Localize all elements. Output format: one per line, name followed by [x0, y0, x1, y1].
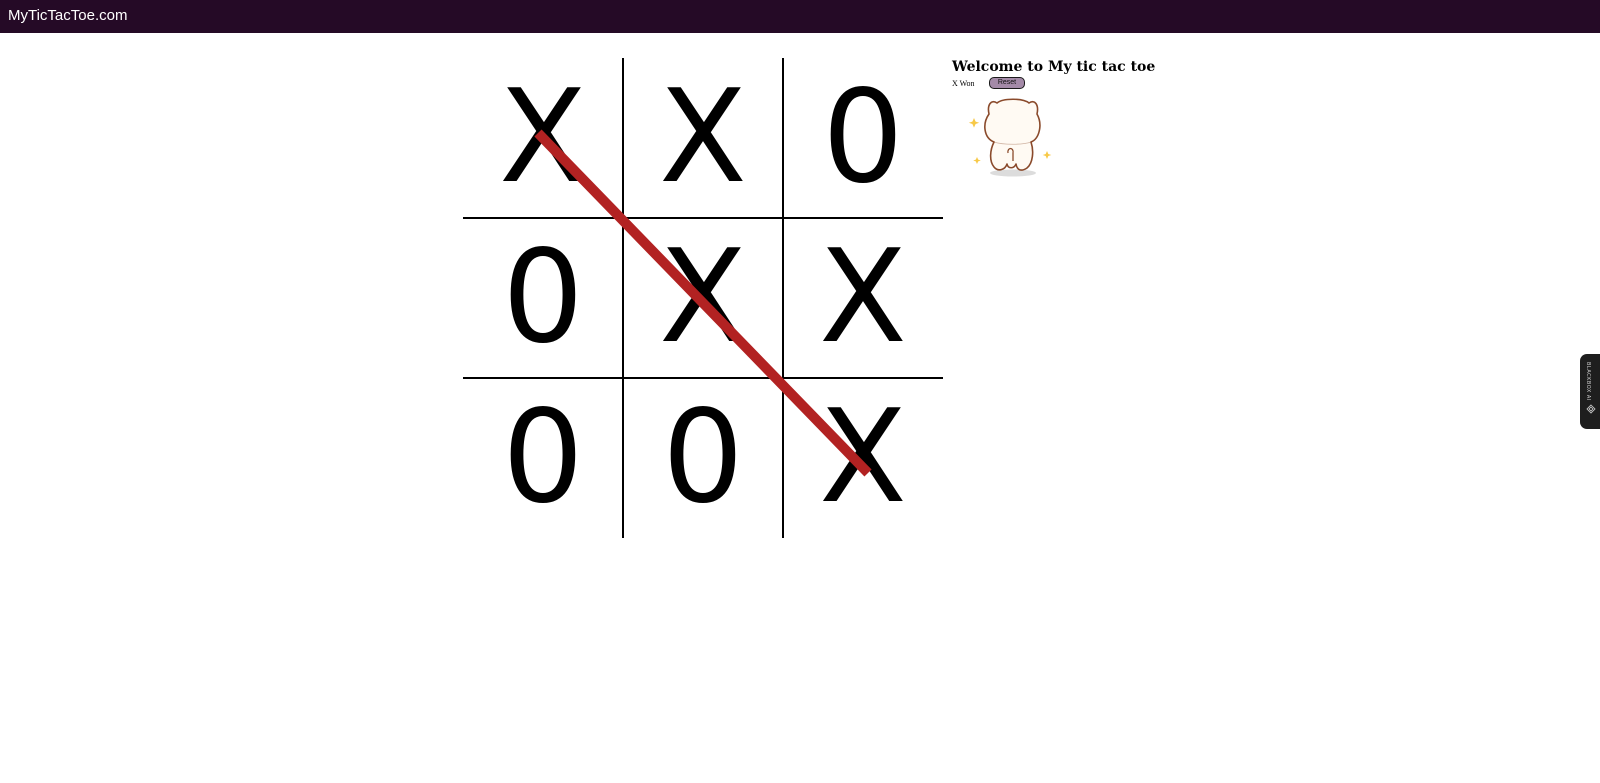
status-row: X Won Reset	[952, 77, 1212, 91]
board-cell-7[interactable]: 0	[463, 378, 623, 538]
board-cell-1[interactable]: X	[463, 58, 623, 218]
board-cell-4[interactable]: 0	[463, 218, 623, 378]
board-cell-5[interactable]: X	[623, 218, 783, 378]
board-cell-3[interactable]: 0	[783, 58, 943, 218]
top-navbar: MyTicTacToe.com	[0, 0, 1600, 33]
game-info-panel: Welcome to My tic tac toe X Won Reset	[952, 58, 1212, 177]
board-cell-9[interactable]: X	[783, 378, 943, 538]
site-brand[interactable]: MyTicTacToe.com	[8, 7, 127, 25]
extension-label: BLACKBOX AI	[1585, 362, 1591, 401]
tic-tac-toe-board: X X 0 0 X X 0 0 X	[463, 58, 943, 538]
blackbox-extension-tab[interactable]: BLACKBOX AI	[1580, 354, 1600, 429]
reset-button[interactable]: Reset	[989, 77, 1025, 89]
board-cell-8[interactable]: 0	[623, 378, 783, 538]
game-status: X Won	[952, 79, 975, 88]
board-cell-2[interactable]: X	[623, 58, 783, 218]
page-title: Welcome to My tic tac toe	[952, 59, 1156, 75]
celebrating-cat-image	[968, 98, 1052, 177]
blackbox-logo-icon	[1586, 404, 1596, 414]
board-cell-6[interactable]: X	[783, 218, 943, 378]
